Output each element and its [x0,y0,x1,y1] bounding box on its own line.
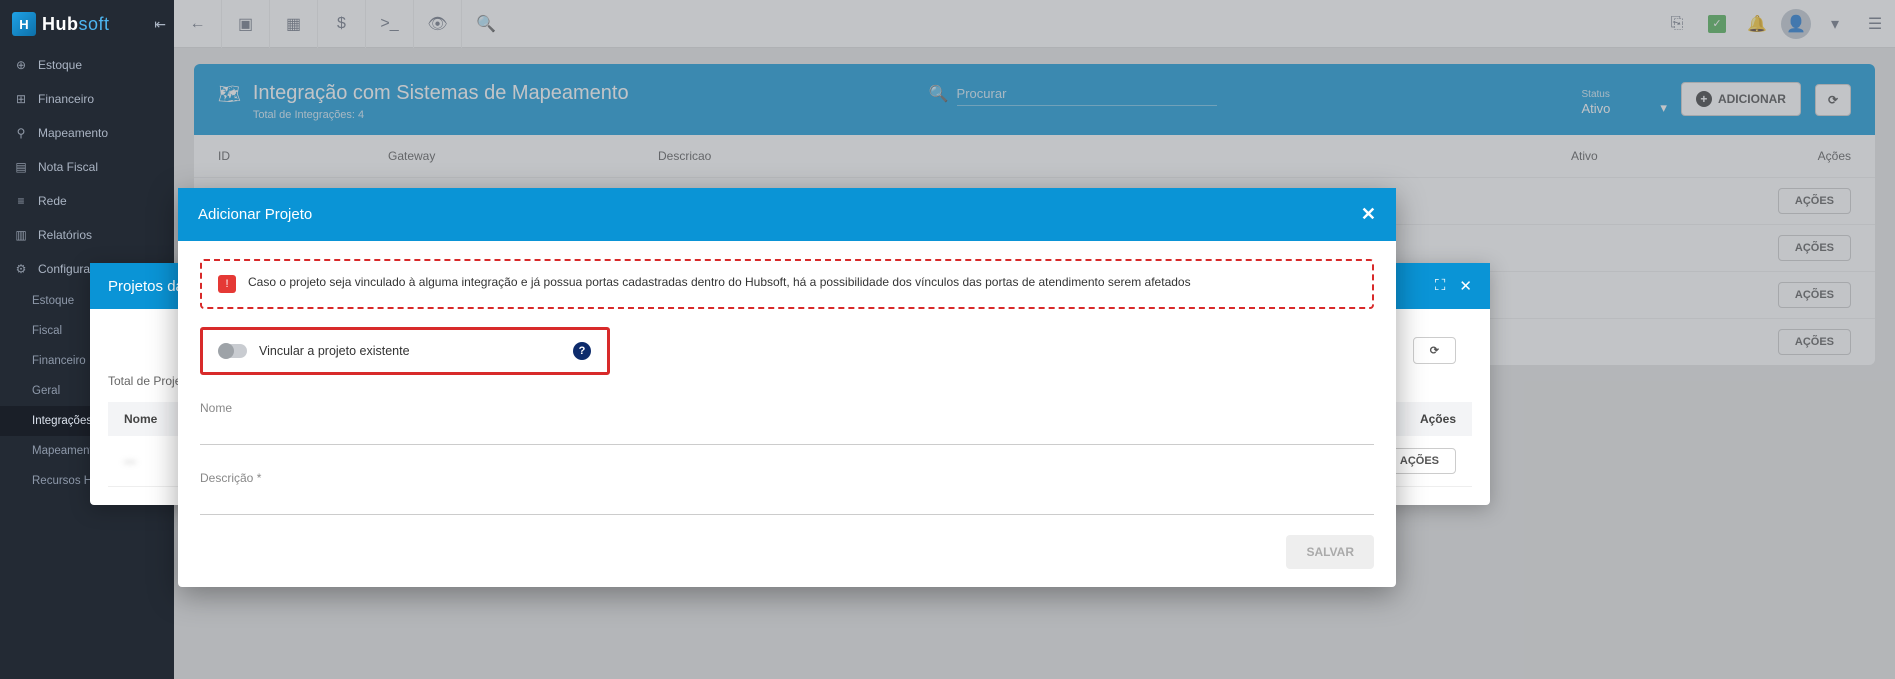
toggle-section: Vincular a projeto existente ? [200,327,610,375]
label-nome: Nome [200,401,1374,415]
box-icon: ⊕ [14,58,28,72]
input-nome[interactable] [200,417,1374,445]
modal-close-icon[interactable]: ✕ [1361,204,1376,225]
refresh-icon: ⟳ [1430,345,1439,357]
toggle-label: Vincular a projeto existente [259,344,410,358]
nav-rede[interactable]: ≡Rede [0,184,174,218]
brand-text: Hubsoft [42,14,110,35]
col-acoes-b: Ações [1420,412,1456,426]
doc-icon: ▤ [14,160,28,174]
expand-icon[interactable]: ⛶ [1435,277,1446,295]
col-nome: Nome [124,412,157,426]
nav-estoque[interactable]: ⊕Estoque [0,48,174,82]
field-nome: Nome [200,401,1374,445]
projetos-panel-title: Projetos da [108,278,184,295]
add-project-modal: Adicionar Projeto ✕ ! Caso o projeto sej… [178,188,1396,587]
map-icon: ⚲ [14,126,28,140]
report-icon: ▥ [14,228,28,242]
link-existing-toggle[interactable] [219,344,247,358]
nav-relatorios[interactable]: ▥Relatórios [0,218,174,252]
alert-warning: ! Caso o projeto seja vinculado à alguma… [200,259,1374,309]
blurred-project-name: — [124,454,136,468]
help-icon[interactable]: ? [573,342,591,360]
brand-icon: H [12,12,36,36]
field-descricao: Descrição [200,471,1374,515]
nav-nota-fiscal[interactable]: ▤Nota Fiscal [0,150,174,184]
close-icon[interactable]: ✕ [1459,277,1472,295]
alert-text: Caso o projeto seja vinculado à alguma i… [248,275,1191,289]
gear-icon: ⚙ [14,262,28,276]
sidebar-collapse-icon[interactable]: ⇤ [154,16,166,33]
warning-icon: ! [218,275,236,293]
money-icon: ⊞ [14,92,28,106]
label-descricao: Descrição [200,471,1374,485]
input-descricao[interactable] [200,487,1374,515]
modal-title: Adicionar Projeto [198,206,312,223]
save-button[interactable]: SALVAR [1286,535,1374,569]
panel-refresh-button[interactable]: ⟳ [1413,337,1456,364]
nav-mapeamento[interactable]: ⚲Mapeamento [0,116,174,150]
logo[interactable]: H Hubsoft ⇤ [0,0,174,48]
nav-financeiro[interactable]: ⊞Financeiro [0,82,174,116]
modal-head: Adicionar Projeto ✕ [178,188,1396,241]
network-icon: ≡ [14,194,28,208]
